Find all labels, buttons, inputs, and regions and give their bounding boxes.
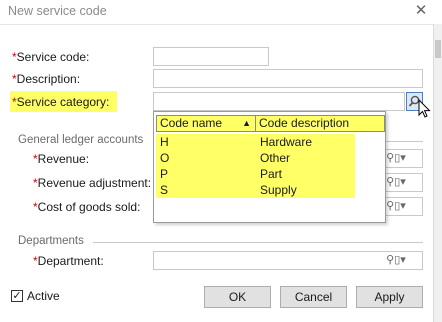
ok-button[interactable]: OK (204, 286, 271, 308)
code-name-cell: P (160, 167, 169, 181)
service-category-label: *Service category: (12, 95, 109, 109)
departments-divider (93, 242, 423, 243)
code-name-cell: S (160, 183, 169, 197)
code-name-cell: O (160, 151, 170, 165)
active-label: Active (27, 289, 60, 303)
checkmark-icon: ✓ (12, 290, 22, 302)
revenue-label: *Revenue: (33, 152, 89, 166)
department-lookup-icons[interactable]: ⚲▯▾ (386, 252, 406, 268)
service-category-label-text: Service category: (16, 95, 110, 109)
revenue-label-text: Revenue: (37, 152, 90, 166)
window-title: New service code (8, 4, 107, 18)
description-label-text: Description: (16, 72, 81, 86)
scrollbar[interactable] (433, 24, 442, 322)
column-header-label: Code description (259, 116, 350, 130)
cost-of-goods-sold-label-text: Cost of goods sold: (37, 200, 141, 214)
code-description-cell: Hardware (260, 135, 313, 149)
column-header-label: Code name (160, 116, 223, 130)
department-label: *Department: (33, 254, 104, 268)
column-header-code-description[interactable]: Code description (255, 115, 385, 132)
active-checkbox[interactable]: ✓ (11, 290, 23, 302)
code-description-cell: Part (260, 167, 283, 181)
chevron-down-icon[interactable]: ▾ (400, 176, 406, 188)
department-label-text: Department: (37, 254, 104, 268)
dropdown-rows: H Hardware O Other P Part S Supply (156, 134, 355, 198)
revenue-lookup-icons[interactable]: ⚲▯▾ (386, 150, 406, 166)
code-description-cell: Other (260, 151, 291, 165)
revenue-adjustment-label: *Revenue adjustment: (33, 176, 151, 190)
sort-ascending-icon: ▲ (242, 118, 251, 128)
chevron-down-icon[interactable]: ▾ (400, 152, 406, 164)
revenue-adjustment-lookup-icons[interactable]: ⚲▯▾ (386, 174, 406, 190)
cost-of-goods-sold-label: *Cost of goods sold: (33, 200, 140, 214)
code-name-cell: H (160, 135, 169, 149)
service-code-label: *Service code: (12, 50, 89, 64)
service-code-input[interactable] (153, 47, 269, 66)
scrollbar-thumb[interactable] (435, 40, 441, 58)
code-description-cell: Supply (260, 183, 297, 197)
description-input[interactable] (153, 69, 423, 88)
service-category-dropdown[interactable]: Code name ▲ Code description H Hardware … (153, 111, 386, 223)
mouse-cursor-icon (418, 99, 431, 118)
close-icon[interactable]: ✕ (412, 2, 430, 20)
apply-button[interactable]: Apply (356, 286, 423, 308)
list-item[interactable]: P Part (156, 166, 355, 182)
department-input[interactable] (153, 251, 423, 270)
departments-heading: Departments (18, 235, 84, 247)
revenue-adjustment-label-text: Revenue adjustment: (37, 176, 152, 190)
description-label: *Description: (12, 72, 80, 86)
cost-of-goods-sold-lookup-icons[interactable]: ⚲▯▾ (386, 198, 406, 214)
chevron-down-icon[interactable]: ▾ (400, 254, 406, 266)
column-header-code-name[interactable]: Code name ▲ (156, 115, 256, 132)
chevron-down-icon[interactable]: ▾ (400, 200, 406, 212)
list-item[interactable]: O Other (156, 150, 355, 166)
service-category-input[interactable] (153, 92, 405, 111)
list-item[interactable]: S Supply (156, 182, 355, 198)
general-ledger-divider (386, 141, 423, 142)
general-ledger-heading: General ledger accounts (18, 134, 144, 146)
cancel-button[interactable]: Cancel (280, 286, 347, 308)
service-code-label-text: Service code: (16, 50, 90, 64)
list-item[interactable]: H Hardware (156, 134, 355, 150)
